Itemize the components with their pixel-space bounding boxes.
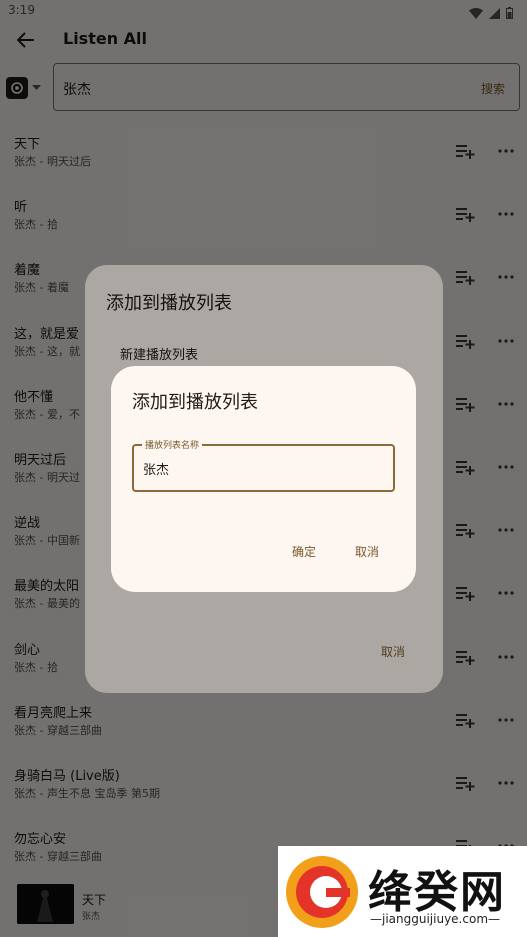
new-playlist-dialog: 添加到播放列表 播放列表名称 张杰 确定 取消 bbox=[111, 366, 416, 592]
watermark-url: —jiangguijiuye.com— bbox=[370, 912, 501, 926]
watermark-logo-icon bbox=[286, 856, 358, 928]
playlist-name-field[interactable]: 播放列表名称 张杰 bbox=[132, 438, 395, 492]
watermark: 绛癸网 —jiangguijiuye.com— bbox=[278, 846, 527, 937]
playlist-name-value: 张杰 bbox=[143, 463, 170, 478]
cancel-button[interactable]: 取消 bbox=[355, 543, 379, 560]
watermark-name: 绛癸网 bbox=[368, 867, 506, 918]
dialog-title: 添加到播放列表 bbox=[132, 392, 258, 413]
playlist-name-label: 播放列表名称 bbox=[142, 438, 203, 451]
confirm-button[interactable]: 确定 bbox=[292, 543, 316, 560]
